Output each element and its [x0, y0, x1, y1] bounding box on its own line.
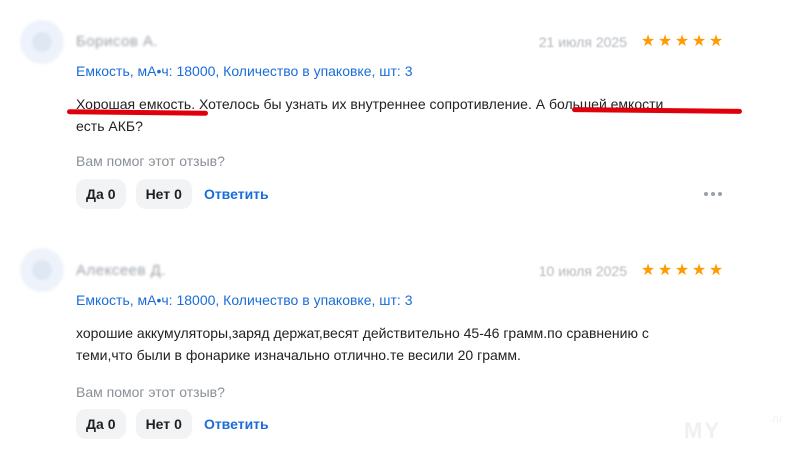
review-text-line: теми,что были в фонарике изначально отли… — [76, 347, 521, 363]
vote-yes-button[interactable]: Да 0 — [76, 179, 126, 209]
author-name[interactable]: Алексеев Д. — [76, 262, 166, 279]
star-icon: ★ — [708, 262, 724, 279]
review-actions: Да 0 Нет 0 Ответить — [76, 179, 269, 209]
star-icon: ★ — [691, 33, 707, 50]
review-text-line: есть АКБ? — [76, 118, 143, 134]
vote-no-label: Нет — [145, 416, 171, 432]
vote-no-count: 0 — [174, 416, 182, 432]
rating-stars: ★ ★ ★ ★ ★ — [640, 34, 724, 50]
avatar[interactable] — [20, 248, 64, 292]
star-icon: ★ — [674, 262, 690, 279]
review-date: 10 июля 2025 — [538, 263, 627, 279]
vote-yes-label: Да — [86, 416, 104, 432]
star-icon: ★ — [708, 33, 724, 50]
review-text-line: хорошие аккумуляторы,заряд держат,весят … — [76, 325, 649, 341]
product-variant: Емкость, мА•ч: 18000, Количество в упако… — [76, 63, 413, 79]
star-icon: ★ — [657, 33, 673, 50]
vote-yes-button[interactable]: Да 0 — [76, 409, 126, 439]
star-icon: ★ — [657, 262, 673, 279]
review-text: хорошие аккумуляторы,заряд держат,весят … — [76, 322, 736, 366]
star-icon: ★ — [674, 33, 690, 50]
vote-no-label: Нет — [145, 186, 171, 202]
rating-stars: ★ ★ ★ ★ ★ — [640, 263, 724, 279]
vote-no-count: 0 — [174, 186, 182, 202]
vote-yes-count: 0 — [107, 186, 116, 202]
reply-button[interactable]: Ответить — [202, 186, 269, 202]
star-icon: ★ — [691, 262, 707, 279]
more-options-icon[interactable] — [704, 192, 722, 196]
reply-button[interactable]: Ответить — [202, 416, 269, 432]
helpful-question: Вам помог этот отзыв? — [76, 384, 225, 400]
watermark-logo: MY — [684, 418, 721, 443]
vote-no-button[interactable]: Нет 0 — [135, 179, 192, 209]
star-icon: ★ — [640, 33, 656, 50]
watermark-domain: .ru — [770, 414, 782, 425]
product-variant: Емкость, мА•ч: 18000, Количество в упако… — [76, 292, 413, 308]
review-date: 21 июля 2025 — [538, 34, 627, 50]
review-actions: Да 0 Нет 0 Ответить — [76, 409, 269, 439]
review-text-part: . Хотелось бы узнать их внутреннее сопро… — [191, 96, 536, 112]
star-icon: ★ — [640, 262, 656, 279]
avatar[interactable] — [20, 20, 64, 64]
author-name[interactable]: Борисов А. — [76, 33, 158, 50]
vote-yes-label: Да — [86, 186, 104, 202]
vote-yes-count: 0 — [107, 416, 116, 432]
vote-no-button[interactable]: Нет 0 — [135, 409, 192, 439]
helpful-question: Вам помог этот отзыв? — [76, 153, 225, 169]
